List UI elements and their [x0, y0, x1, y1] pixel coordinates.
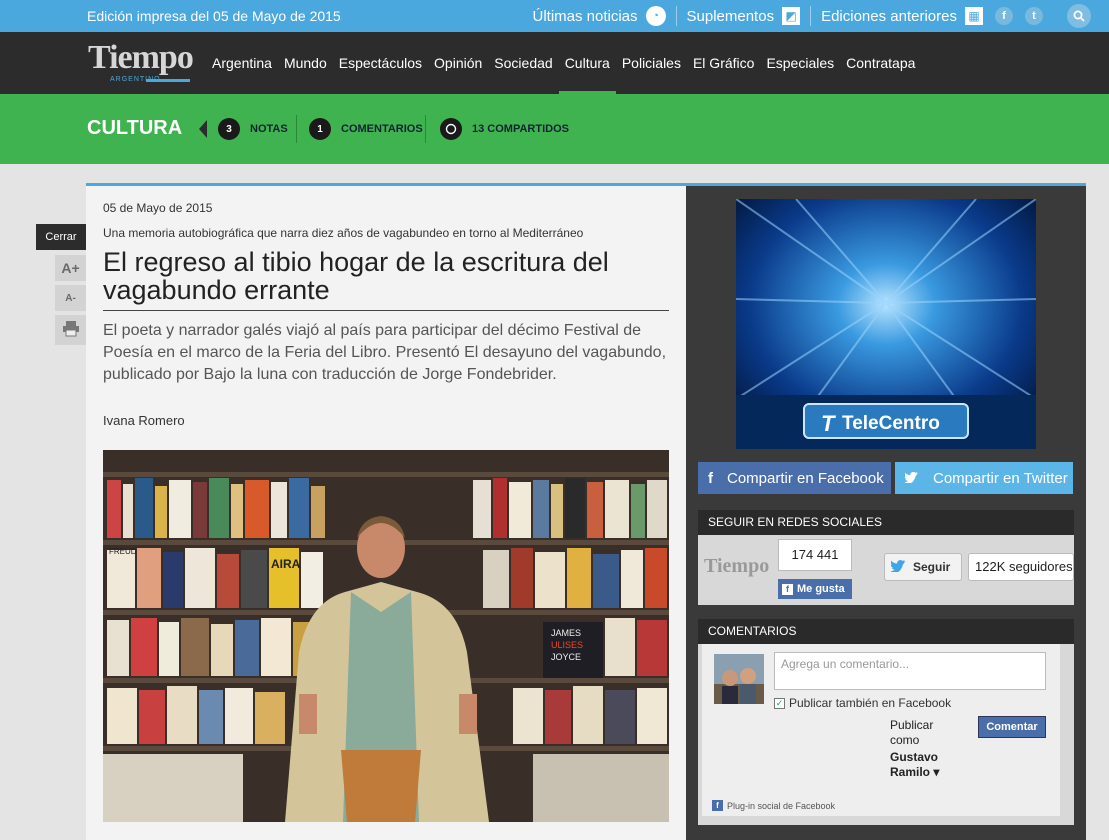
main-nav: Tiempo ARGENTINO Argentina Mundo Espectá…: [0, 32, 1109, 94]
article-author[interactable]: Ivana Romero: [103, 413, 185, 428]
tiempo-small-logo: Tiempo: [704, 555, 772, 578]
past-editions-label: Ediciones anteriores: [821, 7, 957, 25]
comments-panel: Agrega un comentario... ✓ Publicar tambi…: [698, 644, 1074, 825]
top-bar: Edición impresa del 05 de Mayo de 2015 Ú…: [0, 0, 1109, 32]
nav-opinion[interactable]: Opinión: [428, 32, 488, 94]
comment-submit-button[interactable]: Comentar: [978, 716, 1046, 738]
publish-on-facebook-checkbox[interactable]: ✓ Publicar también en Facebook: [774, 696, 951, 710]
user-name: Gustavo Ramilo: [890, 750, 939, 779]
shares-stat[interactable]: 13 COMPARTIDOS: [440, 118, 569, 140]
share-facebook-label: Compartir en Facebook: [727, 469, 884, 487]
print-button[interactable]: [55, 315, 86, 345]
notes-label: NOTAS: [250, 123, 288, 135]
article-kicker: Una memoria autobiográfica que narra die…: [103, 226, 584, 240]
nav-mundo[interactable]: Mundo: [278, 32, 333, 94]
clock-icon: ◔: [645, 6, 666, 26]
follow-label: Seguir: [913, 560, 951, 574]
share-facebook-button[interactable]: f Compartir en Facebook: [698, 462, 891, 494]
supplements-label: Suplementos: [686, 7, 775, 25]
search-icon[interactable]: [1067, 4, 1091, 28]
latest-news-link[interactable]: Últimas noticias ◔: [522, 6, 677, 26]
calendar-icon: ▦: [965, 7, 983, 25]
caret-left-icon: [199, 120, 207, 138]
social-follow-panel: Tiempo 174 441 f Me gusta Seguir 122K se…: [698, 535, 1074, 605]
like-label: Me gusta: [797, 583, 845, 595]
past-editions-link[interactable]: Ediciones anteriores ▦ f t: [811, 6, 1053, 26]
book-label: AIRA: [271, 557, 301, 571]
nav-sociedad[interactable]: Sociedad: [488, 32, 558, 94]
checkmark-icon: ✓: [774, 697, 785, 709]
ad-brand: TeleCentro: [842, 413, 940, 434]
nav-espectaculos[interactable]: Espectáculos: [333, 32, 428, 94]
font-increase-button[interactable]: A+: [55, 255, 86, 281]
supplements-link[interactable]: Suplementos ◩: [677, 6, 812, 26]
nav-el-grafico[interactable]: El Gráfico: [687, 32, 760, 94]
share-twitter-label: Compartir en Twitter: [933, 469, 1068, 487]
publish-on-facebook-label: Publicar también en Facebook: [789, 696, 952, 710]
print-edition-link[interactable]: Edición impresa del 05 de Mayo de 2015: [87, 8, 341, 24]
document-icon: ◩: [782, 7, 801, 25]
caret-down-icon: ▾: [933, 765, 940, 779]
comments-label: COMENTARIOS: [341, 123, 423, 135]
comments-count: 1: [309, 118, 331, 140]
facebook-comments-box: Agrega un comentario... ✓ Publicar tambi…: [702, 644, 1060, 816]
notes-count: 3: [218, 118, 240, 140]
twitter-bird-icon: [889, 559, 907, 575]
share-icon: [440, 118, 462, 140]
comment-input[interactable]: Agrega un comentario...: [774, 652, 1046, 690]
latest-news-label: Últimas noticias: [532, 7, 638, 25]
article-photo: FREUD AIRA JAMES ULISES JOYCE: [103, 450, 669, 822]
avatar: [714, 654, 764, 704]
printer-icon: [62, 319, 80, 342]
book-label: FREUD: [109, 547, 137, 556]
facebook-icon: f: [708, 469, 713, 487]
divider: [425, 115, 426, 143]
user-name-dropdown[interactable]: Gustavo Ramilo ▾: [890, 750, 960, 780]
facebook-icon[interactable]: f: [995, 7, 1013, 25]
nav-argentina[interactable]: Argentina: [206, 32, 278, 94]
facebook-icon: f: [782, 583, 793, 595]
section-title: CULTURA: [87, 117, 183, 139]
facebook-icon: f: [712, 800, 723, 811]
book-label: ULISES: [551, 640, 583, 650]
facebook-like-button[interactable]: f Me gusta: [778, 579, 852, 599]
book-label: JOYCE: [551, 652, 581, 662]
comments-stat[interactable]: 1 COMENTARIOS: [309, 118, 423, 140]
facebook-like-count: 174 441: [778, 539, 852, 571]
plugin-label: Plug-in social de Facebook: [727, 800, 836, 811]
article-headline: El regreso al tibio hogar de la escritur…: [103, 248, 669, 311]
nav-contratapa[interactable]: Contratapa: [840, 32, 921, 94]
facebook-plugin-label[interactable]: f Plug-in social de Facebook: [712, 800, 835, 811]
article-date: 05 de Mayo de 2015: [103, 201, 213, 215]
notes-stat[interactable]: 3 NOTAS: [218, 118, 288, 140]
nav-especiales[interactable]: Especiales: [760, 32, 840, 94]
logo-word: Tiempo: [88, 39, 194, 76]
nav-cultura[interactable]: Cultura: [558, 32, 616, 94]
top-links: Últimas noticias ◔ Suplementos ◩ Edicion…: [522, 0, 1091, 32]
shares-label: 13 COMPARTIDOS: [472, 123, 569, 135]
book-label: JAMES: [551, 628, 581, 638]
nav-policiales[interactable]: Policiales: [616, 32, 687, 94]
nav-items: Argentina Mundo Espectáculos Opinión Soc…: [206, 32, 921, 94]
comments-header: COMENTARIOS: [698, 619, 1074, 644]
tiempo-logo[interactable]: Tiempo ARGENTINO: [88, 40, 194, 86]
divider: [296, 115, 297, 143]
twitter-icon[interactable]: t: [1025, 7, 1043, 25]
twitter-followers-count: 122K seguidores: [968, 553, 1074, 581]
publish-as-label: Publicar como: [890, 718, 934, 747]
svg-text:T: T: [821, 411, 836, 436]
section-bar: CULTURA 3 NOTAS 1 COMENTARIOS 13 COMPART…: [0, 94, 1109, 164]
close-button[interactable]: Cerrar: [36, 224, 86, 250]
twitter-bird-icon: [903, 470, 919, 487]
share-twitter-button[interactable]: Compartir en Twitter: [895, 462, 1073, 494]
social-follow-header: SEGUIR EN REDES SOCIALES: [698, 510, 1074, 535]
twitter-follow-button[interactable]: Seguir: [884, 553, 962, 581]
small-logo-word: Tiempo: [704, 555, 770, 577]
article: 05 de Mayo de 2015 Una memoria autobiogr…: [86, 183, 686, 840]
article-summary: El poeta y narrador galés viajó al país …: [103, 322, 667, 383]
sidebar: T TeleCentro f Compartir en Facebook Com…: [686, 183, 1086, 840]
telecentro-ad[interactable]: T TeleCentro: [736, 199, 1036, 449]
logo-bar: [146, 79, 190, 82]
font-decrease-button[interactable]: A-: [55, 285, 86, 311]
